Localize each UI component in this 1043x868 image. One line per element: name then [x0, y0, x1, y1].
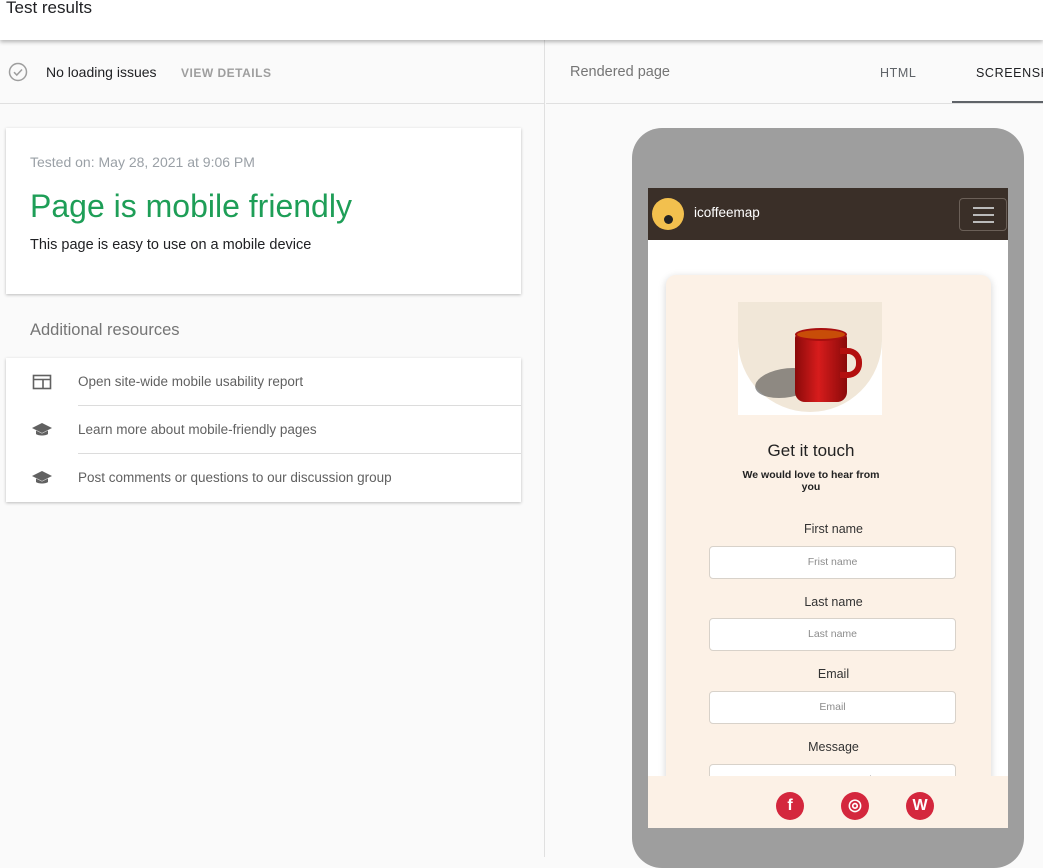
email-field: Email — [709, 691, 956, 724]
view-details-link[interactable]: VIEW DETAILS — [181, 66, 271, 80]
preview-tab-bar: Rendered page HTML SCREENSHOT — [546, 40, 1043, 104]
form-title: Get it touch — [767, 441, 855, 460]
rendered-page-label: Rendered page — [570, 64, 670, 80]
site-footer: f ◎ W — [648, 776, 1008, 828]
result-description: This page is easy to use on a mobile dev… — [30, 237, 312, 253]
tested-on-text: Tested on: May 28, 2021 at 9:06 PM — [30, 154, 255, 170]
resource-item-usability-report[interactable]: Open site-wide mobile usability report — [6, 358, 521, 406]
resources-list: Open site-wide mobile usability report L… — [6, 358, 521, 502]
result-headline: Page is mobile friendly — [30, 188, 352, 224]
loading-status-text: No loading issues — [46, 64, 157, 80]
active-tab-indicator — [952, 101, 1043, 103]
preview-pane: Rendered page HTML SCREENSHOT icoffeemap — [546, 40, 1043, 868]
site-navbar: icoffeemap — [648, 188, 1008, 240]
instagram-icon: ◎ — [841, 792, 869, 820]
resource-item-label: Post comments or questions to our discus… — [78, 470, 392, 485]
resource-item-learn-more[interactable]: Learn more about mobile-friendly pages — [6, 406, 521, 454]
school-cap-icon — [32, 423, 52, 436]
hamburger-menu-icon — [959, 198, 1007, 231]
facebook-icon: f — [776, 792, 804, 820]
coffee-mug-image — [738, 302, 882, 415]
school-cap-icon — [32, 471, 52, 484]
page-title: Test results — [6, 0, 92, 17]
loading-status-bar: No loading issues VIEW DETAILS — [0, 40, 545, 104]
email-label: Email — [817, 667, 850, 681]
first-name-label: First name — [803, 522, 864, 536]
last-name-field: Last name — [709, 618, 956, 651]
phone-frame: icoffeemap Get it touch We would love to… — [632, 128, 1024, 868]
rendered-screenshot: icoffeemap Get it touch We would love to… — [648, 188, 1008, 828]
resource-item-label: Learn more about mobile-friendly pages — [78, 422, 317, 437]
result-card: Tested on: May 28, 2021 at 9:06 PM Page … — [6, 128, 521, 294]
site-logo — [652, 198, 684, 230]
form-subtitle: We would love to hear from you — [742, 469, 880, 493]
tab-html[interactable]: HTML — [880, 66, 916, 80]
wordpress-icon: W — [906, 792, 934, 820]
tab-screenshot[interactable]: SCREENSHOT — [976, 66, 1043, 80]
top-bar: Test results — [0, 0, 1043, 40]
check-circle-icon — [8, 62, 28, 82]
site-brand: icoffeemap — [694, 205, 760, 220]
web-report-icon — [32, 374, 52, 390]
contact-form-card: Get it touch We would love to hear from … — [666, 275, 991, 828]
first-name-field: Frist name — [709, 546, 956, 579]
message-label: Message — [808, 740, 859, 754]
resource-item-discussion-group[interactable]: Post comments or questions to our discus… — [6, 454, 521, 502]
resource-item-label: Open site-wide mobile usability report — [78, 374, 304, 389]
results-pane: No loading issues VIEW DETAILS Tested on… — [0, 40, 545, 857]
last-name-label: Last name — [804, 595, 863, 609]
additional-resources-title: Additional resources — [30, 321, 180, 339]
